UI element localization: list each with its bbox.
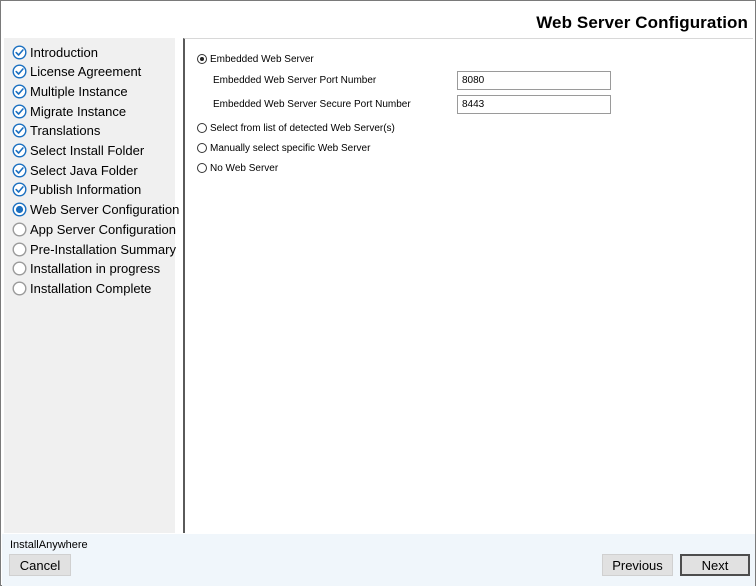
option-manual-web-server[interactable]: Manually select specific Web Server (197, 140, 370, 156)
step-item: Publish Information (12, 181, 141, 199)
installer-window: Web Server Configuration Introduction Lic… (0, 0, 756, 586)
radio-detected-icon[interactable] (197, 123, 207, 133)
empty-circle-icon (12, 241, 27, 257)
step-item: Select Install Folder (12, 142, 144, 160)
step-label: Installation Complete (30, 280, 152, 296)
previous-button[interactable]: Previous (602, 554, 673, 576)
steps-sidebar: Introduction License Agreement Multiple In… (4, 38, 179, 533)
step-label: Select Install Folder (30, 143, 145, 158)
step-item: License Agreement (12, 63, 141, 81)
empty-circle-icon (12, 261, 27, 276)
step-item: Web Server Configuration (12, 201, 179, 219)
step-item: Installation in progress (12, 260, 160, 278)
cancel-button[interactable]: Cancel (9, 554, 71, 576)
option-embedded-label: Embedded Web Server (210, 53, 314, 65)
step-label: Select Java Folder (30, 162, 138, 178)
empty-circle-icon (12, 281, 27, 296)
header: Web Server Configuration (2, 2, 755, 36)
step-label: Installation in progress (30, 261, 161, 277)
step-item: Installation Complete (12, 279, 151, 297)
step-label: App Server Configuration (30, 221, 176, 237)
step-item: Select Java Folder (12, 161, 138, 179)
option-manual-label: Manually select specific Web Server (210, 142, 371, 154)
brand-label: InstallAnywhere (10, 539, 88, 551)
step-item: Multiple Instance (12, 82, 128, 100)
step-label: Translations (30, 123, 101, 139)
check-circle-icon (12, 123, 27, 138)
step-label: Multiple Instance (30, 83, 128, 99)
check-circle-icon (12, 64, 27, 79)
check-circle-icon (12, 44, 27, 60)
port-number-label: Embedded Web Server Port Number (213, 75, 377, 86)
step-label: Pre-Installation Summary (30, 241, 176, 257)
page-title: Web Server Configuration (536, 13, 748, 32)
step-label: License Agreement (30, 64, 142, 80)
step-label: Publish Information (30, 182, 142, 198)
secure-port-number-input[interactable] (457, 95, 611, 114)
empty-circle-icon (12, 222, 27, 237)
radio-manual-icon[interactable] (197, 143, 207, 153)
option-embedded-web-server[interactable]: Embedded Web Server (197, 51, 314, 67)
step-item: Migrate Instance (12, 102, 126, 120)
step-item: Pre-Installation Summary (12, 240, 176, 258)
step-item: Introduction (12, 43, 98, 61)
step-label: Introduction (30, 44, 98, 60)
option-none-label: No Web Server (210, 162, 279, 174)
step-item: App Server Configuration (12, 220, 176, 238)
port-number-input[interactable] (457, 71, 611, 90)
step-label: Migrate Instance (30, 103, 127, 119)
check-circle-icon (12, 104, 27, 119)
radio-embedded-icon[interactable] (197, 54, 207, 64)
content-panel: Embedded Web Server Embedded Web Server … (183, 38, 753, 533)
option-detected-web-server[interactable]: Select from list of detected Web Server(… (197, 120, 395, 136)
radio-filled-icon (12, 202, 27, 217)
step-label: Web Server Configuration (30, 202, 180, 218)
next-button[interactable]: Next (680, 554, 750, 576)
radio-none-icon[interactable] (197, 163, 207, 173)
option-no-web-server[interactable]: No Web Server (197, 160, 278, 176)
check-circle-icon (12, 143, 27, 158)
check-circle-icon (12, 182, 27, 197)
footer: InstallAnywhere Cancel Previous Next (2, 534, 755, 586)
option-detected-label: Select from list of detected Web Server(… (210, 122, 395, 134)
check-circle-icon (12, 84, 27, 99)
secure-port-number-label: Embedded Web Server Secure Port Number (213, 99, 411, 110)
step-item: Translations (12, 122, 100, 140)
check-circle-icon (12, 163, 27, 178)
